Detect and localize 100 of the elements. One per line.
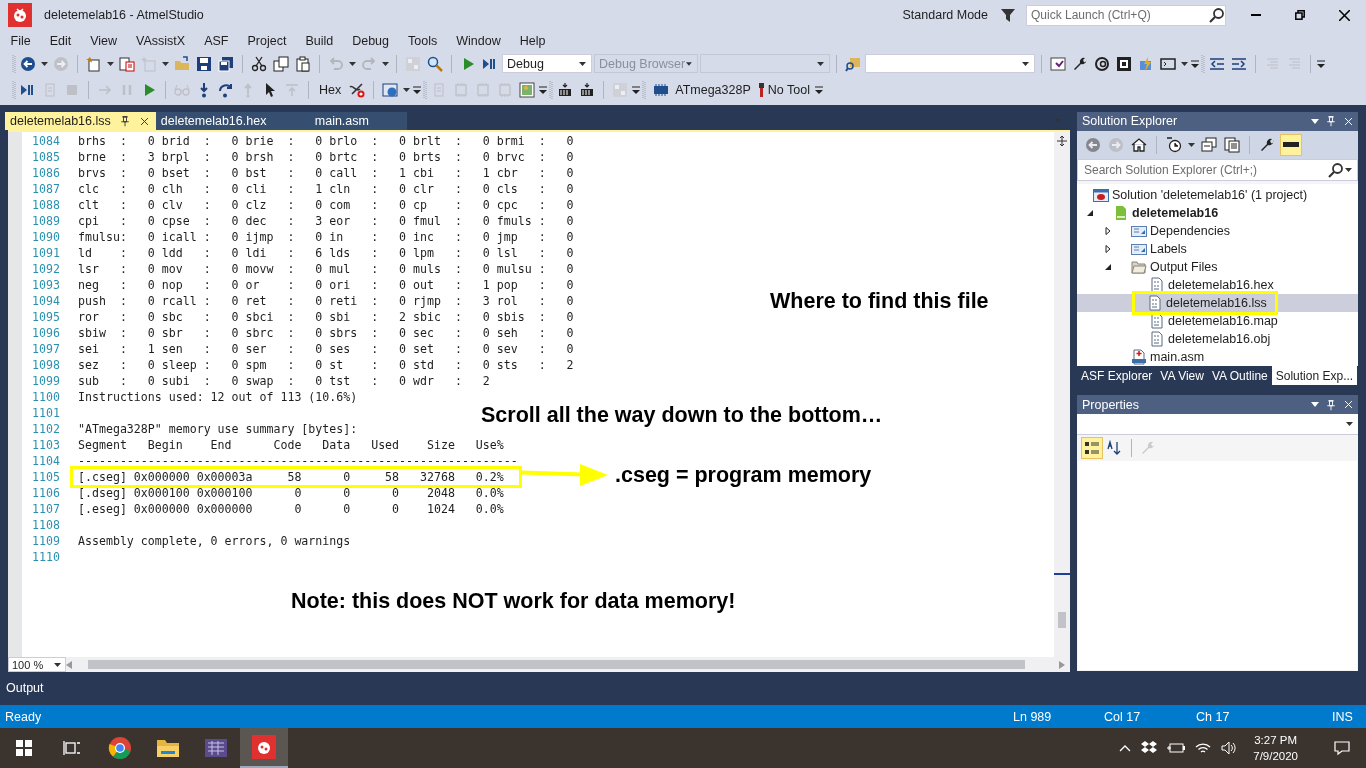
line-number: 1108: [31, 519, 61, 531]
menu-item[interactable]: Window: [446, 33, 511, 48]
solution-explorer-title: Solution Explorer: [1082, 114, 1179, 129]
device-button[interactable]: ATmega328P: [648, 81, 754, 98]
code-line: lsr : 0 mov : 0 movw : 0 mul : 0 muls : 0 mulsu : 0: [78, 263, 574, 275]
line-number: 1103: [31, 439, 61, 451]
line-number: 1088: [31, 199, 61, 211]
code-line: ---------------------------------------------------------------: [78, 455, 518, 467]
output-tab[interactable]: Output: [6, 681, 44, 696]
line-number: 1092: [31, 263, 61, 275]
tool-button[interactable]: No Tool: [755, 82, 813, 97]
line-number: 1093: [31, 279, 61, 291]
code-line: [.eseg] 0x000000 0x000000 0 0 0 1024 0.0%: [78, 503, 504, 515]
line-number: 1096: [31, 327, 61, 339]
line-number: 1087: [31, 183, 61, 195]
menu-item[interactable]: Debug: [342, 33, 399, 48]
panel-tab[interactable]: VA Outline: [1207, 366, 1272, 385]
code-line: ld : 0 ldd : 0 ldi : 6 lds : 0 lpm : 0 lsl : 0: [78, 247, 574, 259]
hex-button[interactable]: Hex: [315, 82, 346, 97]
code-line: push : 0 rcall : 0 ret : 0 reti : 0 rjmp : 3 rol : 0: [78, 295, 574, 307]
tree-item[interactable]: Dependencies: [1077, 221, 1358, 240]
menu-item[interactable]: ASF: [194, 33, 238, 48]
status-message: Ready: [5, 709, 43, 724]
line-number: 1107: [31, 503, 61, 515]
code-line: brvs : 0 bset : 0 bst : 0 call : 1 cbi : 1 cbr : 0: [78, 167, 574, 179]
mode-label: Standard Mode: [902, 8, 988, 22]
code-line: [.dseg] 0x000100 0x000100 0 0 0 2048 0.0%: [78, 487, 504, 499]
line-number: 1097: [31, 343, 61, 355]
tree-item[interactable]: deletemelab16.lss: [1077, 293, 1358, 312]
menu-item[interactable]: Tools: [398, 33, 447, 48]
search-field[interactable]: Search Solution Explorer (Ctrl+;): [1077, 158, 1358, 181]
panel-tab[interactable]: VA View: [1156, 366, 1208, 385]
line-number: 1099: [31, 375, 61, 387]
document-tab[interactable]: deletemelab16.lss: [5, 112, 156, 130]
line-number: 1090: [31, 231, 61, 243]
tree-item[interactable]: deletemelab16: [1077, 203, 1358, 222]
code-line: clc : 0 clh : 0 cli : 1 cln : 0 clr : 0 cls : 0: [78, 183, 574, 195]
menu-item[interactable]: Build: [295, 33, 343, 48]
note-label: Note: this does NOT work for data memory!: [291, 589, 736, 614]
char-indicator: Ch 17: [1196, 709, 1231, 724]
clock[interactable]: 3:27 PM 7/9/2020: [1253, 732, 1298, 764]
code-line: [.cseg] 0x000000 0x00003a 58 0 58 32768 0.2%: [78, 471, 504, 483]
menu-item[interactable]: Project: [238, 33, 296, 48]
document-tab[interactable]: main.asm: [303, 112, 407, 130]
code-line: sub : 0 subi : 0 swap : 0 tst : 0 wdr : 2: [78, 375, 490, 387]
tree-item[interactable]: deletemelab16.hex: [1077, 275, 1358, 294]
menu-item[interactable]: View: [80, 33, 127, 48]
window-title: deletemelab16 - AtmelStudio: [44, 8, 204, 22]
scroll-label: Scroll all the way down to the bottom…: [481, 403, 883, 428]
line-number: 1110: [31, 551, 61, 563]
line-number: 1104: [31, 455, 61, 467]
panel-tab[interactable]: ASF Explorer: [1077, 366, 1157, 385]
tree-item[interactable]: Labels: [1077, 239, 1358, 258]
code-line: neg : 0 nop : 0 or : 0 ori : 0 out : 1 pop : 0: [78, 279, 574, 291]
insert-mode-indicator: INS: [1332, 709, 1353, 724]
line-number: 1101: [31, 407, 61, 419]
code-line: Instructions used: 12 out of 113 (10.6%): [78, 391, 358, 403]
tree-item[interactable]: Solution 'deletemelab16' (1 project): [1077, 185, 1358, 204]
menu-item[interactable]: VAssistX: [126, 33, 195, 48]
code-line: brhs : 0 brid : 0 brie : 0 brlo : 0 brlt : 0 brmi : 0: [78, 135, 574, 147]
document-tab[interactable]: deletemelab16.hex: [155, 112, 304, 130]
code-line: sbiw : 0 sbr : 0 sbrc : 0 sbrs : 0 sec : 0 seh : 0: [78, 327, 574, 339]
code-line: "ATmega328P" memory use summary [bytes]:: [78, 423, 358, 435]
line-number: 1105: [31, 471, 61, 483]
line-number: 1109: [31, 535, 61, 547]
quick-launch-field[interactable]: Quick Launch (Ctrl+Q): [1026, 4, 1226, 26]
panel-tab[interactable]: Solution Exp...: [1271, 366, 1358, 385]
tree-item[interactable]: Output Files: [1077, 257, 1358, 276]
configuration-dropdown[interactable]: Debug: [502, 54, 592, 73]
code-line: sez : 0 sleep : 0 spm : 0 st : 0 std : 0 sts : 2: [78, 359, 574, 371]
menu-item[interactable]: File: [1, 33, 41, 48]
tree-item[interactable]: deletemelab16.map: [1077, 311, 1358, 330]
properties-title: Properties: [1082, 397, 1140, 412]
cseg-label: .cseg = program memory: [615, 463, 872, 488]
menu-item[interactable]: Edit: [40, 33, 81, 48]
line-number: 1102: [31, 423, 61, 435]
code-line: sei : 1 sen : 0 ser : 0 ses : 0 set : 0 sev : 0: [78, 343, 574, 355]
line-number: 1095: [31, 311, 61, 323]
line-number: 1094: [31, 295, 61, 307]
line-number: 1100: [31, 391, 61, 403]
line-number: 1086: [31, 167, 61, 179]
zoom-dropdown[interactable]: 100 %: [8, 657, 66, 672]
code-line: cpi : 0 cpse : 0 dec : 3 eor : 0 fmul : 0 fmuls : 0: [78, 215, 574, 227]
tree-item[interactable]: deletemelab16.obj: [1077, 329, 1358, 348]
menu-item[interactable]: Help: [510, 33, 555, 48]
code-line: Assembly complete, 0 errors, 0 warnings: [78, 535, 351, 547]
code-line: Segment Begin End Code Data Used Size Use%: [78, 439, 504, 451]
line-number: 1089: [31, 215, 61, 227]
line-number: 1098: [31, 359, 61, 371]
code-line: fmulsu: 0 icall : 0 ijmp : 0 in : 0 inc : 0 jmp : 0: [78, 231, 574, 243]
code-line: clt : 0 clv : 0 clz : 0 com : 0 cp : 0 cpc : 0: [78, 199, 574, 211]
line-number: 1084: [31, 135, 61, 147]
line-indicator: Ln 989: [1013, 709, 1053, 724]
line-number: 1085: [31, 151, 61, 163]
column-indicator: Col 17: [1104, 709, 1142, 724]
where-label: Where to find this file: [770, 289, 989, 314]
line-number: 1106: [31, 487, 61, 499]
item-label: deletemelab16.lss: [1166, 295, 1267, 310]
tree-item[interactable]: main.asm: [1077, 347, 1358, 366]
code-line: brne : 3 brpl : 0 brsh : 0 brtc : 0 brts : 0 brvc : 0: [78, 151, 574, 163]
